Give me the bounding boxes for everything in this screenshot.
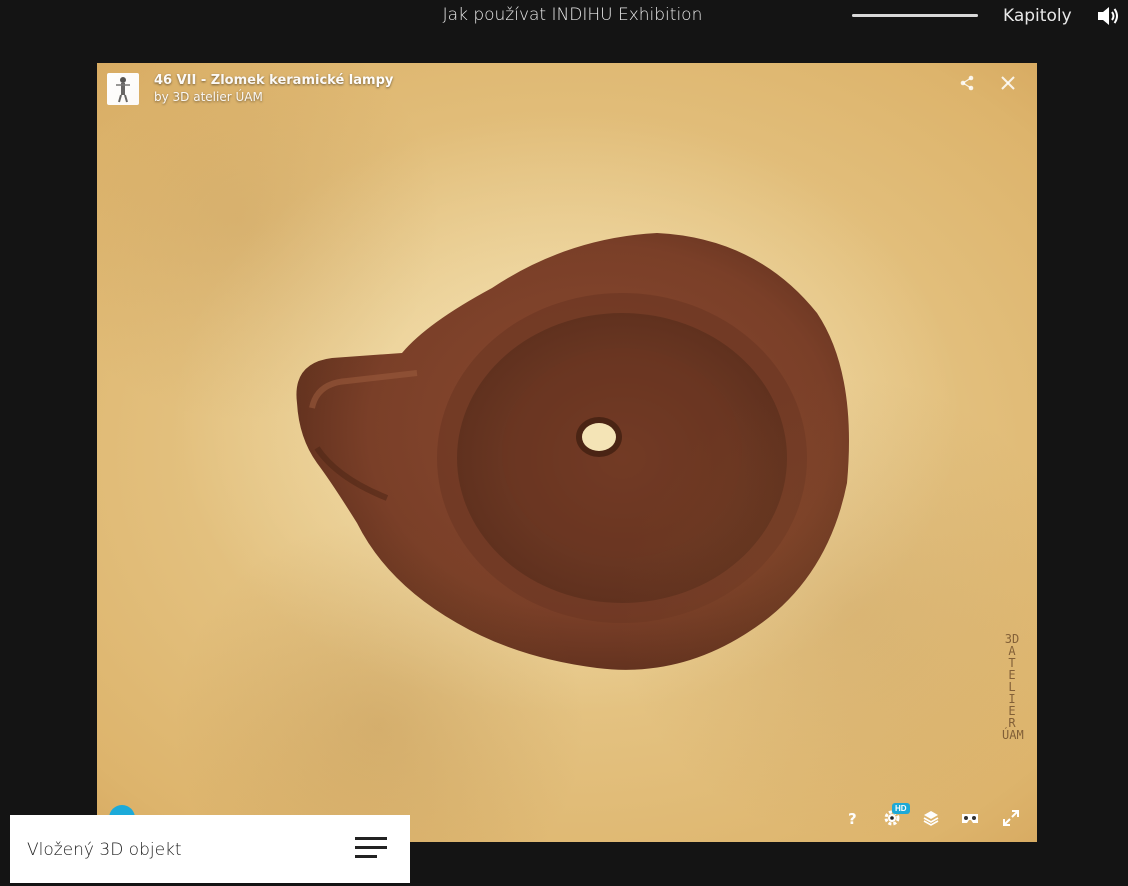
help-icon[interactable]: ? xyxy=(842,808,862,828)
model-title[interactable]: 46 VII - Zlomek keramické lampy xyxy=(154,73,393,88)
progress-fill xyxy=(852,14,978,17)
fullscreen-icon[interactable] xyxy=(1001,808,1021,828)
watermark-letter: ÚAM xyxy=(1002,728,1024,742)
svg-text:?: ? xyxy=(848,810,857,828)
chapters-button[interactable]: Kapitoly xyxy=(1003,6,1072,26)
card-label: Vložený 3D objekt xyxy=(27,840,182,860)
author-prefix: by xyxy=(154,90,169,104)
embedded-object-card: Vložený 3D objekt xyxy=(10,815,410,883)
model-author[interactable]: by 3D atelier ÚAM xyxy=(154,90,263,104)
layers-icon[interactable] xyxy=(921,808,941,828)
close-icon[interactable] xyxy=(999,74,1017,92)
progress-bar xyxy=(852,14,978,17)
hamburger-menu-icon[interactable] xyxy=(355,837,389,863)
vr-icon[interactable] xyxy=(960,808,980,828)
ceramic-lamp-model[interactable] xyxy=(277,223,857,683)
author-name[interactable]: 3D atelier ÚAM xyxy=(173,90,263,104)
top-bar: Jak používat INDIHU Exhibition Kapitoly xyxy=(0,0,1128,32)
sketchfab-viewer[interactable]: 46 VII - Zlomek keramické lampy by 3D at… xyxy=(97,63,1037,842)
3d-atelier-watermark: 3D A T E L I E R ÚAM xyxy=(1002,633,1024,742)
hd-badge: HD xyxy=(892,803,910,814)
author-avatar[interactable] xyxy=(107,73,139,105)
speaker-icon[interactable] xyxy=(1096,5,1120,27)
share-icon[interactable] xyxy=(958,74,976,92)
